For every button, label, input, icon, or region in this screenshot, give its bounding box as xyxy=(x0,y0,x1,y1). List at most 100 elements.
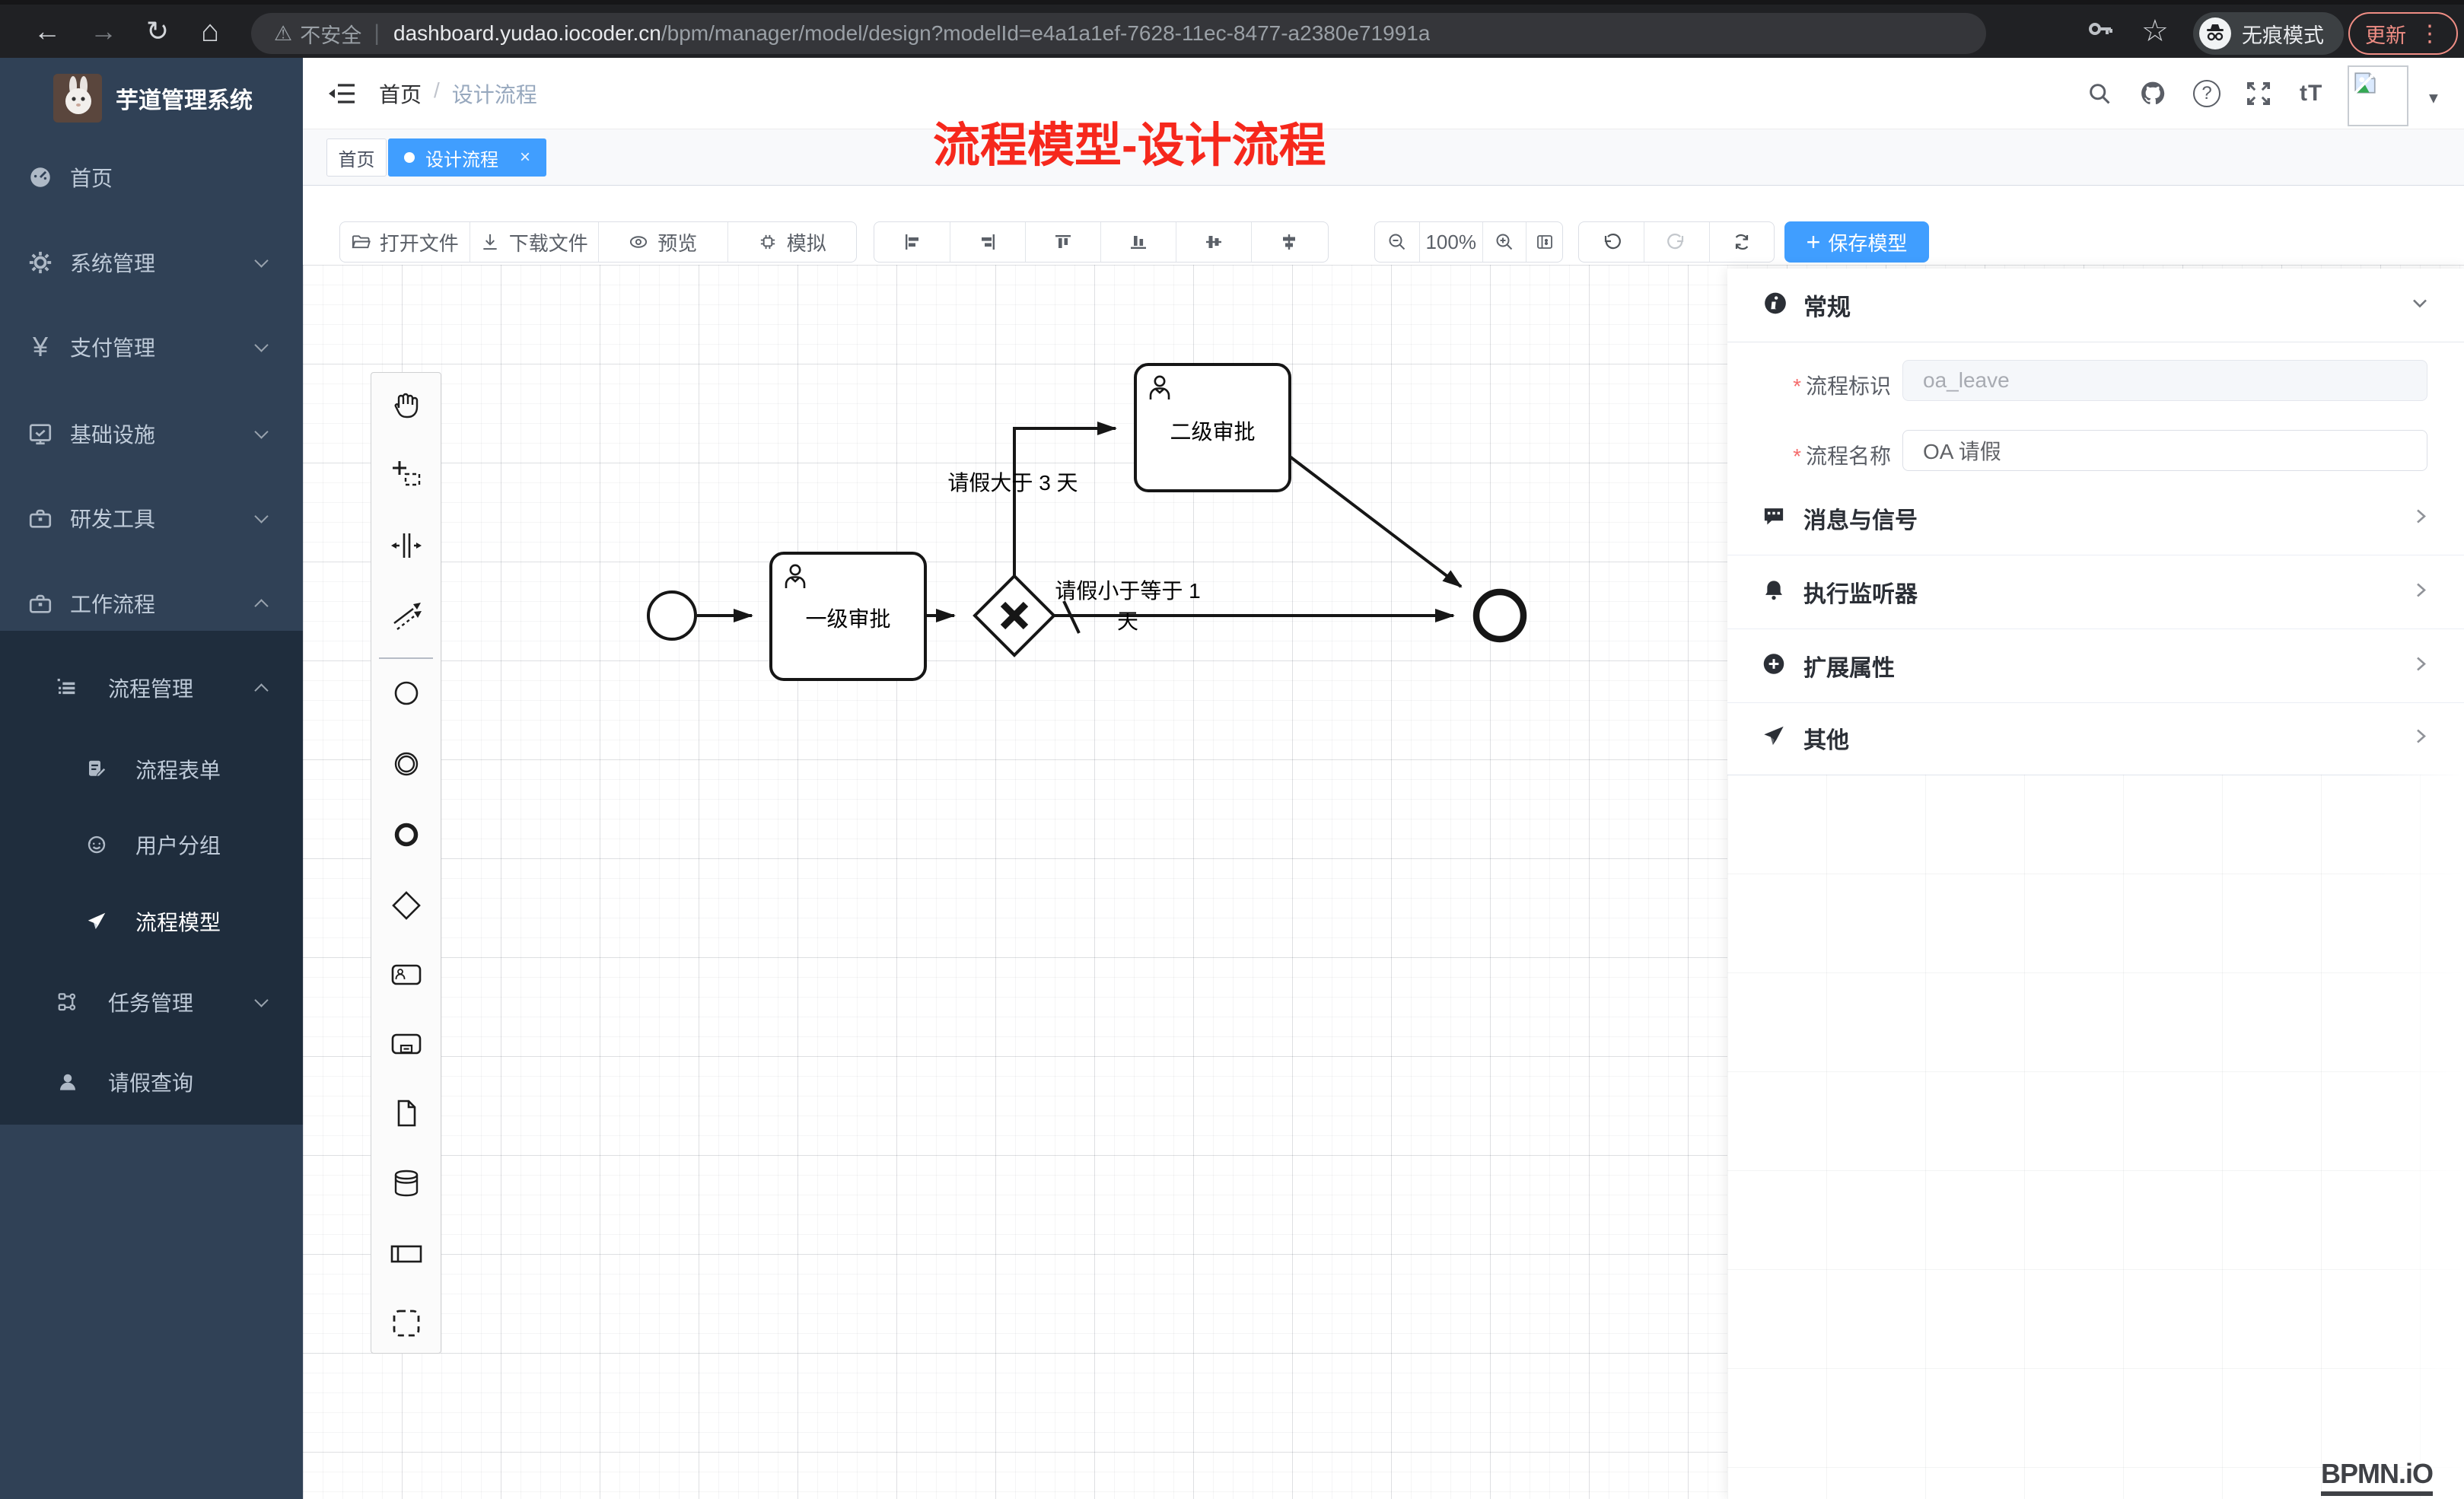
required-marker: * xyxy=(1793,374,1801,398)
sidebar-collapse-icon[interactable] xyxy=(329,81,358,107)
browser-back-icon[interactable]: ← xyxy=(33,18,61,45)
chevron-right-icon xyxy=(2411,507,2431,530)
align-horizontal-center-button[interactable] xyxy=(1251,222,1326,262)
open-file-button[interactable]: 打开文件 xyxy=(340,222,470,262)
simulate-button[interactable]: 模拟 xyxy=(727,222,857,262)
condition-label-within1day[interactable]: 请假小于等于 1 天 xyxy=(1044,574,1211,635)
user-task-tool-icon[interactable] xyxy=(389,957,424,992)
help-icon[interactable]: ? xyxy=(2193,80,2220,107)
sidebar-item-infrastructure[interactable]: 基础设施 xyxy=(0,391,303,476)
general-section-header[interactable]: 常规 xyxy=(1727,269,2464,342)
fullscreen-icon[interactable] xyxy=(2245,80,2272,107)
save-model-label: 保存模型 xyxy=(1828,228,1907,256)
chevron-down-icon xyxy=(254,253,268,267)
sidebar-item-payment[interactable]: ¥ 支付管理 xyxy=(0,304,303,390)
process-id-input[interactable] xyxy=(1902,360,2427,401)
sidebar-item-home[interactable]: 首页 xyxy=(0,135,303,220)
sidebar-item-system[interactable]: 系统管理 xyxy=(0,220,303,305)
browser-update-button[interactable]: 更新 ⋮ xyxy=(2348,12,2458,55)
plus-circle-icon xyxy=(1762,653,1785,679)
hand-tool-icon[interactable] xyxy=(389,387,424,422)
avatar[interactable] xyxy=(2348,65,2408,126)
sidebar-item-process-model[interactable]: 流程模型 xyxy=(0,879,303,964)
sidebar-item-process-form[interactable]: 流程表单 xyxy=(0,727,303,812)
download-file-button[interactable]: 下载文件 xyxy=(470,222,599,262)
subprocess-tool-icon[interactable] xyxy=(389,1026,424,1061)
font-size-icon[interactable]: tT xyxy=(2300,81,2322,107)
url-divider: | xyxy=(374,21,380,46)
tab-home[interactable]: 首页 xyxy=(326,138,387,177)
save-model-button[interactable]: + 保存模型 xyxy=(1784,221,1929,263)
task2-label[interactable]: 二级审批 xyxy=(1135,415,1290,446)
section-label: 执行监听器 xyxy=(1803,575,1918,609)
align-right-button[interactable] xyxy=(950,222,1025,262)
data-object-tool-icon[interactable] xyxy=(389,1096,424,1131)
start-event-tool-icon[interactable] xyxy=(389,676,424,711)
app-header: 首页 / 设计流程 ? tT ▼ xyxy=(303,58,2464,129)
password-key-icon[interactable] xyxy=(2087,15,2114,47)
intermediate-event-tool-icon[interactable] xyxy=(389,746,424,781)
connect-tool-icon[interactable] xyxy=(389,597,424,632)
person-icon xyxy=(55,1069,81,1095)
task1-label[interactable]: 一级审批 xyxy=(771,603,925,633)
sidebar-item-dev-tools[interactable]: 研发工具 xyxy=(0,476,303,561)
space-tool-icon[interactable] xyxy=(389,528,424,563)
app-title: 芋道管理系统 xyxy=(116,81,253,115)
align-top-button[interactable] xyxy=(1025,222,1100,262)
sidebar-item-process-management[interactable]: 流程管理 xyxy=(0,645,303,730)
list-icon xyxy=(55,675,81,701)
align-left-button[interactable] xyxy=(874,222,950,262)
section-label: 消息与信号 xyxy=(1803,501,1918,535)
kebab-menu-icon[interactable]: ⋮ xyxy=(2418,21,2441,47)
end-event-tool-icon[interactable] xyxy=(389,817,424,852)
address-bar[interactable]: ⚠ 不安全 | dashboard.yudao.iocoder.cn/bpm/m… xyxy=(251,13,1986,54)
sidebar-item-user-group[interactable]: 用户分组 xyxy=(0,802,303,887)
search-icon[interactable] xyxy=(2087,81,2112,107)
app-logo-row[interactable]: 芋道管理系统 xyxy=(0,72,303,125)
tab-design-process[interactable]: 设计流程 × xyxy=(388,138,546,177)
sidebar-item-label: 请假查询 xyxy=(108,1067,193,1097)
condition-label-over3days[interactable]: 请假大于 3 天 xyxy=(944,466,1081,497)
bookmark-star-icon[interactable]: ☆ xyxy=(2141,16,2169,46)
process-name-input[interactable] xyxy=(1902,430,2427,471)
breadcrumb-home[interactable]: 首页 xyxy=(379,78,422,109)
pool-tool-icon[interactable] xyxy=(389,1236,424,1271)
gear-icon xyxy=(27,250,53,275)
bpmn-io-watermark[interactable]: BPMN.iO xyxy=(2321,1458,2433,1496)
sidebar-item-leave-query[interactable]: 请假查询 xyxy=(0,1039,303,1125)
redo-button[interactable] xyxy=(1644,222,1708,262)
sidebar-item-workflow[interactable]: 工作流程 xyxy=(0,561,303,646)
lasso-tool-icon[interactable] xyxy=(389,457,424,492)
align-vertical-center-button[interactable] xyxy=(1176,222,1251,262)
undo-button[interactable] xyxy=(1579,222,1644,262)
zoom-out-button[interactable] xyxy=(1375,222,1419,262)
section-message-signal[interactable]: 消息与信号 xyxy=(1727,482,2464,555)
file-button-group: 打开文件 下载文件 预览 模拟 xyxy=(339,221,857,263)
org-flow-icon xyxy=(55,989,81,1015)
section-extended-attributes[interactable]: 扩展属性 xyxy=(1727,629,2464,703)
restart-button[interactable] xyxy=(1709,222,1774,262)
browser-reload-icon[interactable]: ↻ xyxy=(146,18,169,45)
gateway-tool-icon[interactable] xyxy=(389,888,424,923)
avatar-caret-icon[interactable]: ▼ xyxy=(2426,91,2441,108)
url-path: /bpm/manager/model/design?modelId=e4a1a1… xyxy=(661,21,1431,46)
sidebar-item-task-management[interactable]: 任务管理 xyxy=(0,960,303,1045)
dashboard-icon xyxy=(27,164,53,190)
panel-edge-fade xyxy=(2373,775,2464,1499)
data-store-tool-icon[interactable] xyxy=(389,1166,424,1201)
browser-forward-icon[interactable]: → xyxy=(90,18,117,45)
section-execution-listener[interactable]: 执行监听器 xyxy=(1727,555,2464,629)
zoom-in-button[interactable] xyxy=(1482,222,1526,262)
section-other[interactable]: 其他 xyxy=(1727,702,2464,775)
zoom-reset-button[interactable] xyxy=(1526,222,1562,262)
close-icon[interactable]: × xyxy=(520,147,530,168)
browser-home-icon[interactable]: ⌂ xyxy=(201,16,219,46)
monitor-icon xyxy=(27,421,53,447)
align-bottom-button[interactable] xyxy=(1100,222,1176,262)
preview-button[interactable]: 预览 xyxy=(598,222,727,262)
site-security-chip[interactable]: ⚠ 不安全 xyxy=(274,19,361,49)
github-icon[interactable] xyxy=(2138,79,2167,108)
zoom-button-group: 100% xyxy=(1374,221,1563,263)
incognito-badge: 无痕模式 xyxy=(2193,12,2344,55)
group-tool-icon[interactable] xyxy=(389,1306,424,1341)
